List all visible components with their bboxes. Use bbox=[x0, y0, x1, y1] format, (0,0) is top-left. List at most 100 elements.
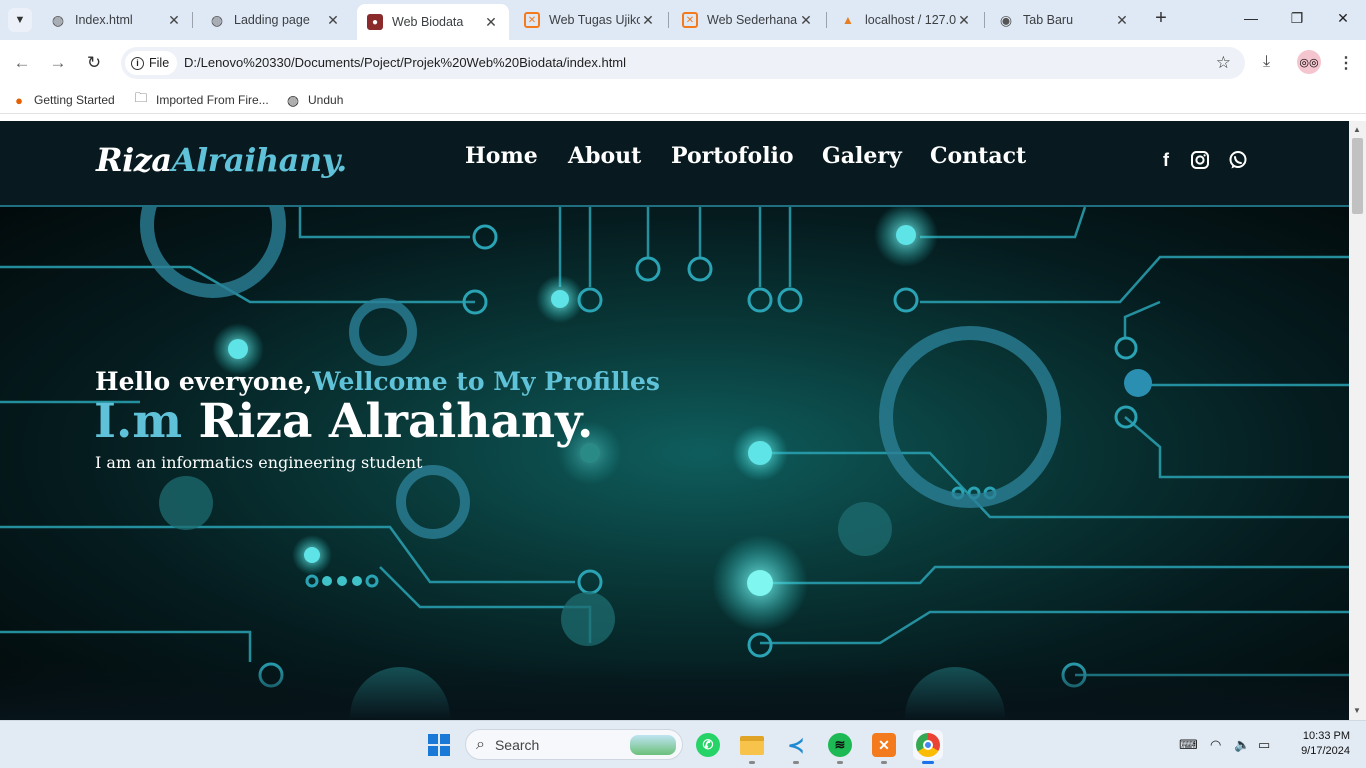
close-tab-icon[interactable]: ✕ bbox=[166, 12, 182, 29]
tab-divider bbox=[826, 12, 827, 28]
active-indicator bbox=[922, 761, 934, 764]
tab-divider bbox=[192, 12, 193, 28]
close-tab-icon[interactable]: ✕ bbox=[640, 12, 656, 29]
search-placeholder: Search bbox=[494, 736, 540, 753]
facebook-icon[interactable]: f bbox=[1155, 150, 1177, 172]
bookmark-unduh[interactable]: ◍ Unduh bbox=[285, 92, 343, 108]
tab-index-html[interactable]: ◍ Index.html ✕ bbox=[40, 6, 192, 34]
address-bar[interactable]: i File D:/Lenovo%20330/Documents/Poject/… bbox=[121, 47, 1245, 79]
kebab-menu-icon: ⋮ bbox=[1338, 55, 1354, 72]
xampp-icon[interactable]: ✕ bbox=[869, 730, 899, 760]
tab-search-button[interactable]: ▼ bbox=[8, 8, 32, 32]
spotify-icon[interactable]: ≋ bbox=[825, 730, 855, 760]
search-icon: ⌕ bbox=[476, 735, 485, 753]
running-indicator bbox=[837, 761, 843, 764]
new-tab-button[interactable]: + bbox=[1150, 8, 1172, 30]
nav-galery[interactable]: Galery bbox=[822, 143, 902, 169]
close-window-button[interactable]: ✕ bbox=[1333, 10, 1353, 27]
scroll-down-icon[interactable]: ▼ bbox=[1353, 706, 1361, 715]
chrome-icon: ◉ bbox=[999, 11, 1013, 28]
close-tab-icon[interactable]: ✕ bbox=[798, 12, 814, 29]
bookmark-label: Imported From Fire... bbox=[156, 93, 269, 107]
close-tab-icon[interactable]: ✕ bbox=[325, 12, 341, 29]
volume-icon[interactable]: 🔈 bbox=[1234, 737, 1250, 753]
name-text: Riza Alraihany. bbox=[182, 394, 594, 449]
reload-button[interactable]: ↻ bbox=[83, 53, 105, 73]
forward-button[interactable]: → bbox=[47, 53, 69, 73]
bookmark-label: Unduh bbox=[308, 93, 344, 107]
folder-icon: 🗀 bbox=[134, 90, 148, 105]
logo-first: Riza bbox=[96, 141, 172, 179]
close-tab-icon[interactable]: ✕ bbox=[956, 12, 972, 29]
logo-second: Alraihany. bbox=[171, 141, 348, 179]
avatar-glasses-icon: ◎◎ bbox=[1299, 56, 1319, 69]
close-tab-icon[interactable]: ✕ bbox=[1114, 12, 1130, 29]
hero-greeting: Hello everyone,Wellcome to My Profilles bbox=[95, 367, 660, 396]
tab-web-tugas-ujikom[interactable]: ✕ Web Tugas Ujikom ✕ bbox=[514, 6, 666, 34]
page-scrollbar[interactable]: ▲ ▼ bbox=[1349, 121, 1366, 720]
arrow-right-icon: → bbox=[49, 53, 67, 72]
bookmark-getting-started[interactable]: ● Getting Started bbox=[11, 92, 115, 108]
running-indicator bbox=[881, 761, 887, 764]
greeting-highlight: Wellcome to My Profilles bbox=[312, 367, 660, 396]
downloads-button[interactable]: ⤓ bbox=[1263, 53, 1270, 71]
bookmark-imported-folder[interactable]: 🗀 Imported From Fire... bbox=[133, 90, 269, 108]
tab-title: Tab Baru bbox=[1023, 13, 1074, 27]
vscode-icon[interactable]: ≺ bbox=[781, 730, 811, 760]
tab-ladding-page[interactable]: ◍ Ladding page ✕ bbox=[199, 6, 351, 34]
restore-button[interactable]: ❐ bbox=[1287, 10, 1307, 27]
restore-icon: ❐ bbox=[1290, 10, 1304, 26]
scroll-up-icon[interactable]: ▲ bbox=[1353, 125, 1361, 134]
taskbar-search[interactable]: ⌕ Search bbox=[465, 729, 683, 760]
download-icon: ⤓ bbox=[1263, 53, 1271, 70]
whatsapp-icon[interactable]: ✆ bbox=[693, 730, 723, 760]
tab-tab-baru[interactable]: ◉ Tab Baru ✕ bbox=[988, 6, 1140, 34]
taskbar-clock[interactable]: 10:33 PM 9/17/2024 bbox=[1288, 729, 1350, 759]
reload-icon: ↻ bbox=[86, 53, 102, 72]
tab-web-biodata[interactable]: ● Web Biodata ✕ bbox=[357, 4, 509, 40]
chevron-down-icon: ▼ bbox=[14, 14, 26, 26]
tab-title: Web Biodata bbox=[392, 15, 464, 29]
instagram-icon[interactable] bbox=[1189, 150, 1211, 172]
tab-title: Web Sederhana bbox=[707, 13, 798, 27]
close-tab-icon[interactable]: ✕ bbox=[483, 14, 499, 31]
battery-icon[interactable]: ▭ bbox=[1258, 737, 1270, 753]
minimize-button[interactable]: — bbox=[1241, 10, 1261, 26]
page-viewport: Hello everyone,Wellcome to My Profilles … bbox=[0, 121, 1349, 720]
file-explorer-icon[interactable] bbox=[737, 730, 767, 760]
bookmark-star-icon[interactable]: ☆ bbox=[1216, 53, 1231, 73]
nav-about[interactable]: About bbox=[568, 143, 641, 169]
search-highlight-icon bbox=[630, 735, 676, 755]
tab-title: Web Tugas Ujikom bbox=[549, 13, 640, 27]
whatsapp-icon[interactable] bbox=[1227, 150, 1249, 172]
clock-date: 9/17/2024 bbox=[1301, 745, 1350, 757]
tab-web-sederhana[interactable]: ✕ Web Sederhana ✕ bbox=[672, 6, 824, 34]
site-info-chip[interactable]: i File bbox=[125, 51, 178, 75]
hero-bottom-fade bbox=[0, 660, 1349, 720]
scrollbar-thumb[interactable] bbox=[1352, 138, 1363, 214]
minimize-icon: — bbox=[1244, 10, 1258, 26]
profile-avatar[interactable]: ◎◎ bbox=[1297, 50, 1321, 74]
firefox-icon: ● bbox=[15, 92, 23, 108]
nav-home[interactable]: Home bbox=[465, 143, 538, 169]
tab-title: Index.html bbox=[75, 13, 133, 27]
running-indicator bbox=[749, 761, 755, 764]
info-icon: i bbox=[131, 56, 144, 70]
back-button[interactable]: ← bbox=[11, 53, 33, 73]
site-logo[interactable]: RizaAlraihany. bbox=[96, 141, 347, 179]
windows-start-icon[interactable] bbox=[428, 734, 450, 756]
clock-time: 10:33 PM bbox=[1302, 730, 1350, 742]
nav-portofolio[interactable]: Portofolio bbox=[671, 143, 794, 169]
chrome-icon[interactable] bbox=[913, 730, 943, 760]
tab-title: localhost / 127.0.0.1 bbox=[865, 13, 956, 27]
wifi-icon[interactable]: ◠ bbox=[1210, 737, 1221, 753]
keyboard-icon[interactable]: ⌨ bbox=[1179, 737, 1198, 753]
browser-menu-button[interactable]: ⋮ bbox=[1338, 53, 1354, 73]
url-text[interactable]: D:/Lenovo%20330/Documents/Poject/Projek%… bbox=[184, 55, 626, 70]
globe-icon: ◍ bbox=[210, 11, 224, 28]
plus-icon: + bbox=[1155, 7, 1167, 29]
xampp-icon: ✕ bbox=[682, 12, 698, 28]
nav-contact[interactable]: Contact bbox=[930, 143, 1026, 169]
tab-localhost[interactable]: ▲ localhost / 127.0.0.1 ✕ bbox=[830, 6, 982, 34]
name-prefix: I.m bbox=[94, 394, 183, 449]
